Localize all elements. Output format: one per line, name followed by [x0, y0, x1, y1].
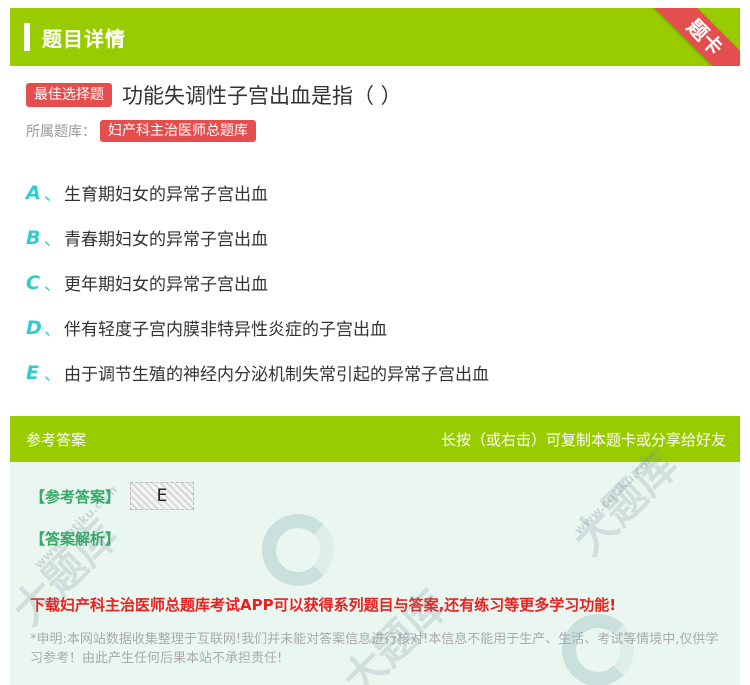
answer-section-title: 参考答案 — [26, 430, 87, 449]
option-text: 青春期妇女的异常子宫出血 — [64, 230, 268, 250]
option-c[interactable]: C 、 更年期妇女的异常子宫出血 — [26, 260, 726, 305]
option-letter: A — [26, 181, 41, 204]
option-d[interactable]: D 、 伴有轻度子宫内膜非特异性炎症的子宫出血 — [26, 305, 726, 350]
option-a[interactable]: A 、 生育期妇女的异常子宫出血 — [26, 170, 726, 215]
share-hint: 长按（或右击）可复制本题卡或分享给好友 — [440, 430, 726, 449]
option-e[interactable]: E 、 由于调节生殖的神经内分泌机制失常引起的异常子宫出血 — [26, 350, 726, 395]
question-text: 功能失调性子宫出血是指（ ） — [122, 84, 402, 108]
analysis-label: 【答案解析】 — [30, 530, 121, 548]
library-label: 所属题库： — [26, 124, 96, 140]
page-title: 题目详情 — [42, 26, 126, 51]
options-list: A 、 生育期妇女的异常子宫出血 B 、 青春期妇女的异常子宫出血 C 、 更年… — [26, 170, 726, 395]
option-separator: 、 — [44, 230, 61, 250]
library-row: 所属题库： 妇产科主治医师总题库 — [26, 120, 256, 142]
corner-ribbon: 题卡 — [641, 8, 740, 66]
option-letter: B — [26, 226, 41, 249]
option-text: 伴有轻度子宫内膜非特异性炎症的子宫出血 — [64, 320, 387, 340]
option-letter: D — [26, 316, 42, 339]
watermark-logo-icon — [562, 614, 634, 685]
answer-section-header: 参考答案 长按（或右击）可复制本题卡或分享给好友 — [10, 416, 740, 462]
library-link[interactable]: 妇产科主治医师总题库 — [100, 120, 256, 142]
option-separator: 、 — [44, 275, 61, 295]
watermark-logo-icon — [262, 514, 334, 586]
question-type-badge: 最佳选择题 — [26, 83, 112, 107]
answer-label: 【参考答案】 — [30, 488, 121, 506]
option-b[interactable]: B 、 青春期妇女的异常子宫出血 — [26, 215, 726, 260]
option-separator: 、 — [44, 365, 61, 385]
page-header: 题目详情 题卡 — [10, 8, 740, 66]
option-text: 生育期妇女的异常子宫出血 — [64, 185, 268, 205]
option-text: 更年期妇女的异常子宫出血 — [64, 275, 268, 295]
option-separator: 、 — [44, 185, 61, 205]
option-separator: 、 — [44, 320, 61, 340]
option-letter: C — [26, 271, 40, 294]
option-text: 由于调节生殖的神经内分泌机制失常引起的异常子宫出血 — [64, 365, 489, 385]
header-accent-bar — [24, 23, 30, 51]
option-letter: E — [26, 361, 39, 384]
answer-value[interactable]: E — [130, 482, 194, 510]
app-download-promo[interactable]: 下载妇产科主治医师总题库考试APP可以获得系列题目与答案,还有练习等更多学习功能… — [30, 594, 616, 615]
question-row: 最佳选择题 功能失调性子宫出血是指（ ） — [26, 80, 726, 110]
